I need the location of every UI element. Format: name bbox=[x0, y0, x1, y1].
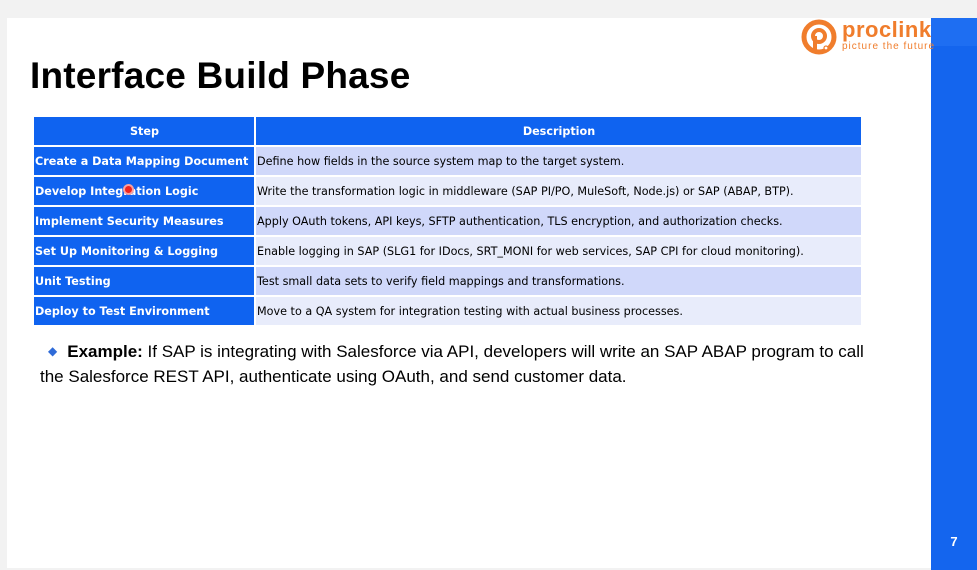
step-cell: Create a Data Mapping Document bbox=[32, 145, 256, 177]
table-row: Develop Integration Logic Write the tran… bbox=[32, 175, 863, 207]
step-cell: Implement Security Measures bbox=[32, 205, 256, 237]
build-phase-table: Step Description Create a Data Mapping D… bbox=[32, 115, 863, 327]
description-cell: Enable logging in SAP (SLG1 for IDocs, S… bbox=[254, 235, 863, 267]
description-cell: Move to a QA system for integration test… bbox=[254, 295, 863, 327]
example-paragraph: ◆ Example: If SAP is integrating with Sal… bbox=[40, 340, 870, 389]
table-header-row: Step Description bbox=[32, 115, 863, 147]
step-cell: Set Up Monitoring & Logging bbox=[32, 235, 256, 267]
header-description: Description bbox=[254, 115, 863, 147]
diamond-bullet-icon: ◆ bbox=[48, 344, 58, 358]
table-row: Unit Testing Test small data sets to ver… bbox=[32, 265, 863, 297]
description-cell: Write the transformation logic in middle… bbox=[254, 175, 863, 207]
page-number: 7 bbox=[950, 534, 958, 549]
header-step: Step bbox=[32, 115, 256, 147]
table-row: Set Up Monitoring & Logging Enable loggi… bbox=[32, 235, 863, 267]
side-accent-bar-top bbox=[931, 18, 977, 46]
description-cell: Apply OAuth tokens, API keys, SFTP authe… bbox=[254, 205, 863, 237]
slide-title: Interface Build Phase bbox=[30, 55, 411, 96]
table-row: Create a Data Mapping Document Define ho… bbox=[32, 145, 863, 177]
table-row: Implement Security Measures Apply OAuth … bbox=[32, 205, 863, 237]
step-cell: Develop Integration Logic bbox=[32, 175, 256, 207]
description-cell: Define how fields in the source system m… bbox=[254, 145, 863, 177]
logo-tagline: picture the future bbox=[842, 41, 936, 52]
pointer-cursor-icon bbox=[123, 184, 134, 195]
step-cell: Unit Testing bbox=[32, 265, 256, 297]
example-label: Example: bbox=[67, 342, 143, 361]
logo-name: proclink bbox=[842, 17, 932, 42]
table-row: Deploy to Test Environment Move to a QA … bbox=[32, 295, 863, 327]
proclink-logo-icon bbox=[801, 19, 837, 55]
step-cell: Deploy to Test Environment bbox=[32, 295, 256, 327]
description-cell: Test small data sets to verify field map… bbox=[254, 265, 863, 297]
example-text: If SAP is integrating with Salesforce vi… bbox=[40, 342, 864, 386]
side-accent-bar bbox=[931, 46, 977, 570]
proclink-logo: proclink picture the future bbox=[801, 17, 934, 55]
